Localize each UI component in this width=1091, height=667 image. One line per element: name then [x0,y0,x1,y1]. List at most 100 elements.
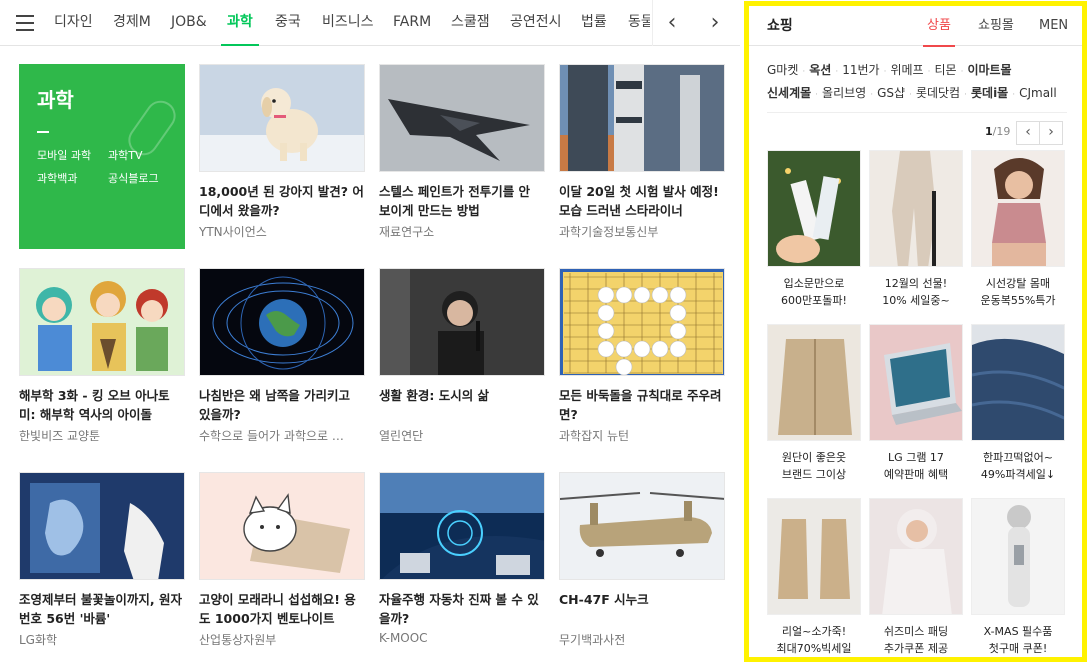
mall-link[interactable]: 옥션 [809,63,831,77]
mall-link[interactable]: 롯데닷컴 [916,86,960,100]
product-line1[interactable]: 원단이 좋은옷 [767,449,861,466]
feature-link-science-encyclopedia[interactable]: 과학백과 [37,170,77,186]
product-line1[interactable]: 한파끄떡없어~ [971,449,1065,466]
tabs-prev-button[interactable]: ‹ [657,8,687,38]
article-title[interactable]: 생활 환경: 도시의 삶 [379,386,545,424]
product-card[interactable]: 한파끄떡없어~ 49%파격세일↓ [971,324,1065,483]
article-title[interactable]: 자율주행 자동차 진짜 볼 수 있을까? [379,590,545,628]
product-card[interactable]: 원단이 좋은옷 브랜드 그이상 [767,324,861,483]
product-card[interactable]: 쉬즈미스 패딩 추가쿠폰 제공 [869,498,963,657]
article-title[interactable]: 이달 20일 첫 시험 발사 예정! 모습 드러낸 스타라이너 [559,182,725,220]
autonomous-car-thumbnail[interactable] [379,472,545,580]
tab-performance[interactable]: 공연전시 [510,0,562,46]
cat-illustration-thumbnail[interactable] [199,472,365,580]
product-line1[interactable]: 쉬즈미스 패딩 [869,623,963,640]
product-line2[interactable]: 추가쿠폰 제공 [869,640,963,657]
product-card[interactable]: 시선강탈 몸매 운동복55%특가 [971,150,1065,309]
article-card[interactable]: 스텔스 페인트가 전투기를 안 보이게 만드는 방법 재료연구소 [379,64,545,240]
tab-economy[interactable]: 경제M [113,0,151,46]
product-image[interactable] [971,324,1065,441]
product-line2[interactable]: 600만포돌파! [767,292,861,309]
article-title[interactable]: 해부학 3화 - 킹 오브 아나토미: 해부학 역사의 아이돌 [19,386,185,424]
product-line2[interactable]: 브랜드 그이상 [767,466,861,483]
tab-job[interactable]: JOB& [171,0,207,46]
product-card[interactable]: X-MAS 필수품 첫구매 쿠폰! [971,498,1065,657]
article-title[interactable]: CH-47F 시누크 [559,590,725,628]
mall-link[interactable]: 신세계몰 [767,86,811,100]
mall-link[interactable]: 티몬 [934,63,956,77]
article-card[interactable]: 생활 환경: 도시의 삶 열린연단 [379,268,545,444]
tab-design[interactable]: 디자인 [54,0,93,46]
product-image[interactable] [767,324,861,441]
hamburger-menu-icon[interactable] [8,8,42,38]
article-card[interactable]: 고양이 모래라니 섭섭해요! 용도 1000가지 벤토나이트 산업통상자원부 [199,472,365,648]
product-image[interactable] [971,498,1065,615]
mall-link[interactable]: 위메프 [890,63,923,77]
product-line2[interactable]: 첫구매 쿠폰! [971,640,1065,657]
article-title[interactable]: 나침반은 왜 남쪽을 가리키고 있을까? [199,386,365,424]
product-image[interactable] [767,150,861,267]
product-card[interactable]: 12월의 선물! 10% 세일중~ [869,150,963,309]
article-title[interactable]: 모든 바둑돌을 규칙대로 주우려면? [559,386,725,424]
product-image[interactable] [767,498,861,615]
article-card[interactable]: 나침반은 왜 남쪽을 가리키고 있을까? 수학으로 들어가 과학으로 … [199,268,365,444]
product-card[interactable]: LG 그램 17 예약판매 혜택 [869,324,963,483]
chinook-helicopter-thumbnail[interactable] [559,472,725,580]
chevron-left-icon[interactable]: ‹ [1016,121,1040,145]
chevron-right-icon[interactable]: › [1039,121,1063,145]
article-card[interactable]: 해부학 3화 - 킹 오브 아나토미: 해부학 역사의 아이돌 한빛비즈 교양툰 [19,268,185,444]
tab-shopping-malls[interactable]: 쇼핑몰 [978,6,1014,46]
product-line2[interactable]: 예약판매 혜택 [869,466,963,483]
article-card[interactable]: 이달 20일 첫 시험 발사 예정! 모습 드러낸 스타라이너 과학기술정보통신… [559,64,725,240]
product-line2[interactable]: 10% 세일중~ [869,292,963,309]
product-line1[interactable]: 입소문만으로 [767,275,861,292]
mall-link[interactable]: G마켓 [767,63,798,77]
product-line1[interactable]: 12월의 선물! [869,275,963,292]
product-line1[interactable]: 시선강탈 몸매 [971,275,1065,292]
article-card[interactable]: 조영제부터 불꽃놀이까지, 원자번호 56번 '바륨' LG화학 [19,472,185,648]
product-line1[interactable]: LG 그램 17 [869,449,963,466]
xray-thumbnail[interactable] [19,472,185,580]
product-image[interactable] [869,150,963,267]
product-line1[interactable]: X-MAS 필수품 [971,623,1065,640]
product-line1[interactable]: 리얼~소가죽! [767,623,861,640]
mall-link[interactable]: 이마트몰 [967,63,1011,77]
article-title[interactable]: 고양이 모래라니 섭섭해요! 용도 1000가지 벤토나이트 [199,590,365,628]
tab-products[interactable]: 상품 [923,6,955,47]
article-card[interactable]: 자율주행 자동차 진짜 볼 수 있을까? K-MOOC [379,472,545,645]
tab-farm[interactable]: FARM [393,0,431,46]
mall-link[interactable]: 올리브영 [822,86,866,100]
tab-china[interactable]: 중국 [275,0,301,46]
anatomy-cartoon-thumbnail[interactable] [19,268,185,376]
puppy-snow-thumbnail[interactable] [199,64,365,172]
mall-link[interactable]: CJmall [1019,86,1057,100]
product-image[interactable] [869,324,963,441]
product-image[interactable] [971,150,1065,267]
product-card[interactable]: 리얼~소가죽! 최대70%빅세일 [767,498,861,657]
tab-schooljam[interactable]: 스쿨잼 [451,0,490,46]
mall-link[interactable]: GS샵 [877,86,905,100]
shopping-title[interactable]: 쇼핑 [767,6,793,46]
feature-link-mobile-science[interactable]: 모바일 과학 [37,147,91,163]
lecture-speaker-thumbnail[interactable] [379,268,545,376]
product-line2[interactable]: 최대70%빅세일 [767,640,861,657]
tab-animal[interactable]: 동물 [628,0,650,46]
tab-business[interactable]: 비즈니스 [322,0,374,46]
starliner-rocket-thumbnail[interactable] [559,64,725,172]
tabs-next-button[interactable]: › [700,8,730,38]
feature-link-science-tv[interactable]: 과학TV [108,147,142,163]
earth-magnetic-field-thumbnail[interactable] [199,268,365,376]
feature-link-official-blog[interactable]: 공식블로그 [108,170,159,186]
tab-science[interactable]: 과학 [221,0,259,46]
article-card[interactable]: CH-47F 시누크 무기백과사전 [559,472,725,648]
article-card[interactable]: 18,000년 된 강아지 발견? 어디에서 왔을까? YTN사이언스 [199,64,365,240]
article-card[interactable]: 모든 바둑돌을 규칙대로 주우려면? 과학잡지 뉴턴 [559,268,725,444]
product-line2[interactable]: 운동복55%특가 [971,292,1065,309]
science-feature-box[interactable]: 과학 모바일 과학 과학TV 과학백과 공식블로그 [19,64,185,249]
article-title[interactable]: 스텔스 페인트가 전투기를 안 보이게 만드는 방법 [379,182,545,220]
go-board-thumbnail[interactable] [559,268,725,376]
article-title[interactable]: 18,000년 된 강아지 발견? 어디에서 왔을까? [199,182,365,220]
product-card[interactable]: 입소문만으로 600만포돌파! [767,150,861,309]
stealth-jet-thumbnail[interactable] [379,64,545,172]
product-line2[interactable]: 49%파격세일↓ [971,466,1065,483]
